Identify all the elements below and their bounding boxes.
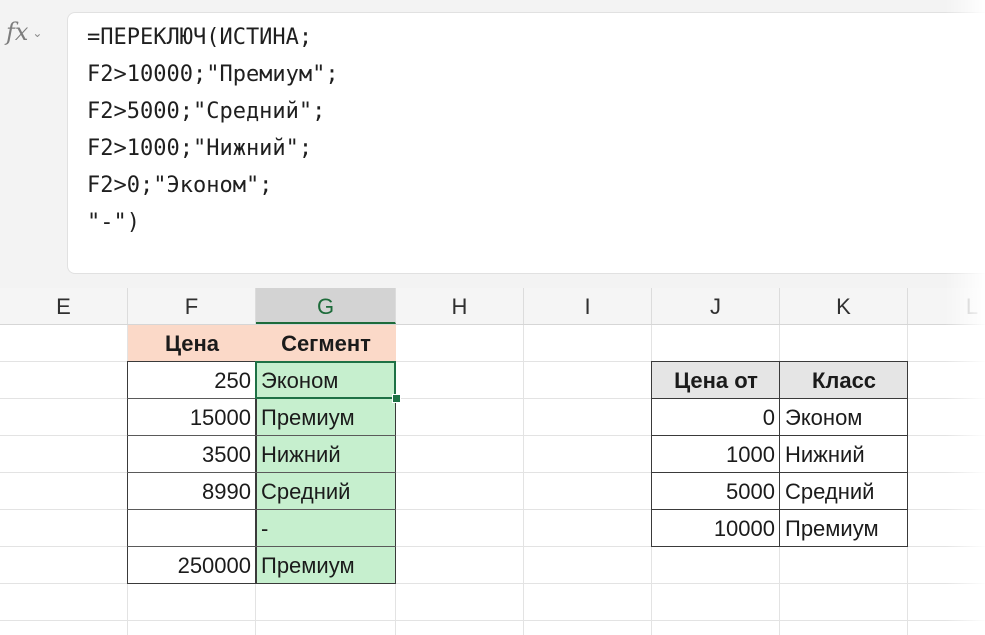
segment-cell[interactable]: Премиум <box>256 547 396 584</box>
column-header-f[interactable]: F <box>128 288 256 324</box>
class-cell[interactable]: Премиум <box>780 510 908 547</box>
header-class[interactable]: Класс <box>780 362 908 399</box>
class-cell[interactable]: Нижний <box>780 436 908 473</box>
worksheet-grid[interactable]: Цена Сегмент 250 Эконом 15000 Премиум 35… <box>0 325 985 635</box>
price-cell[interactable]: 250000 <box>128 547 256 584</box>
column-header-k[interactable]: K <box>780 288 908 324</box>
price-cell[interactable]: 15000 <box>128 399 256 436</box>
column-header-e[interactable]: E <box>0 288 128 324</box>
price-from-cell[interactable]: 1000 <box>652 436 780 473</box>
segment-cell[interactable]: Эконом <box>256 362 396 399</box>
column-headers: E F G H I J K L <box>0 288 985 325</box>
column-header-g[interactable]: G <box>256 288 396 324</box>
price-from-cell[interactable]: 10000 <box>652 510 780 547</box>
column-header-l[interactable]: L <box>908 288 985 324</box>
chevron-down-icon[interactable]: ⌄ <box>32 26 42 40</box>
header-price-from[interactable]: Цена от <box>652 362 780 399</box>
fill-handle[interactable] <box>392 394 401 403</box>
header-segment[interactable]: Сегмент <box>256 325 396 362</box>
segment-cell[interactable]: Нижний <box>256 436 396 473</box>
class-cell[interactable]: Средний <box>780 473 908 510</box>
class-cell[interactable]: Эконом <box>780 399 908 436</box>
fx-icon: fx <box>6 18 29 46</box>
formula-bar[interactable]: =ПЕРЕКЛЮЧ(ИСТИНА; F2>10000;"Премиум"; F2… <box>67 12 985 274</box>
formula-bar-area: fx ⌄ =ПЕРЕКЛЮЧ(ИСТИНА; F2>10000;"Премиум… <box>0 0 985 288</box>
segment-cell[interactable]: Средний <box>256 473 396 510</box>
price-from-cell[interactable]: 5000 <box>652 473 780 510</box>
formula-text[interactable]: =ПЕРЕКЛЮЧ(ИСТИНА; F2>10000;"Премиум"; F2… <box>87 19 339 241</box>
column-header-i[interactable]: I <box>524 288 652 324</box>
segment-cell[interactable]: - <box>256 510 396 547</box>
price-cell[interactable]: 3500 <box>128 436 256 473</box>
column-header-j[interactable]: J <box>652 288 780 324</box>
column-header-h[interactable]: H <box>396 288 524 324</box>
header-price[interactable]: Цена <box>128 325 256 362</box>
segment-cell[interactable]: Премиум <box>256 399 396 436</box>
price-cell[interactable]: 8990 <box>128 473 256 510</box>
price-cell[interactable] <box>128 510 256 547</box>
price-cell[interactable]: 250 <box>128 362 256 399</box>
price-from-cell[interactable]: 0 <box>652 399 780 436</box>
insert-function-button[interactable]: fx ⌄ <box>0 12 72 52</box>
